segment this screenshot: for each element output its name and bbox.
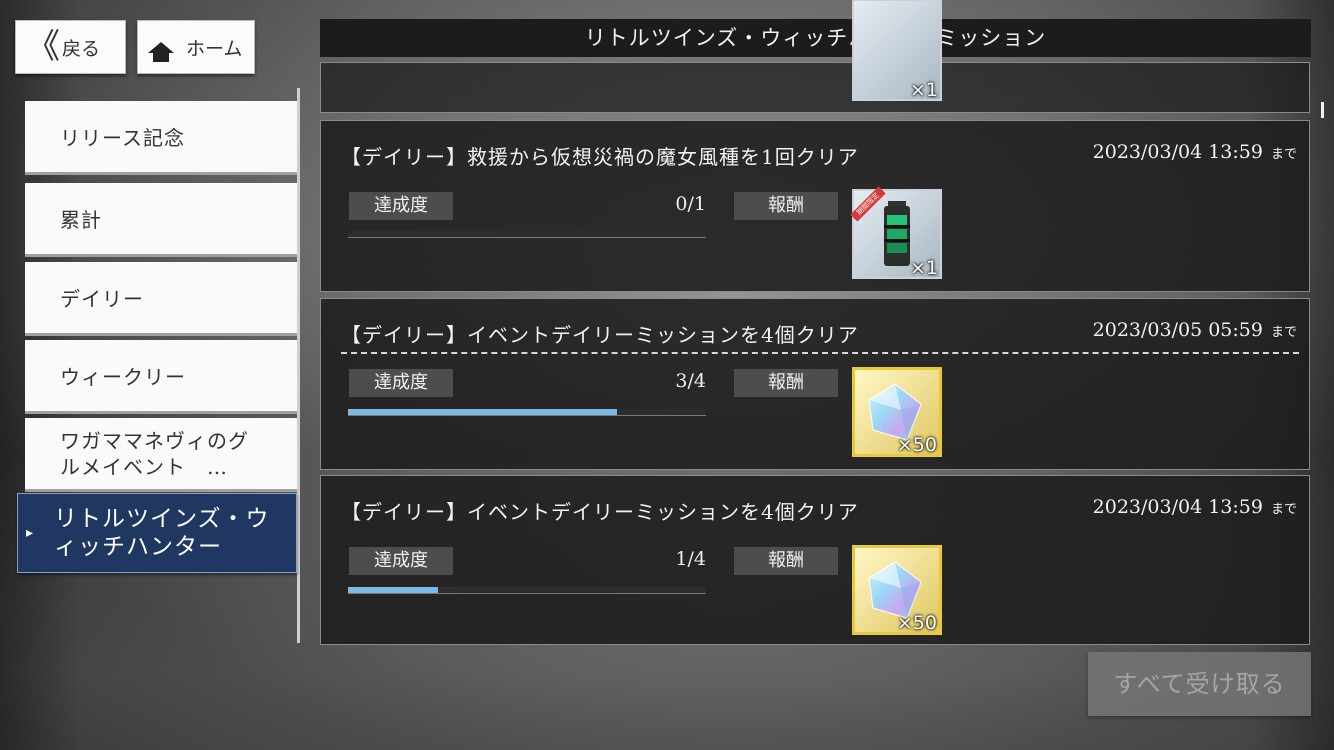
reward-item[interactable]: ×50 (852, 367, 942, 457)
progress-bar (348, 587, 706, 594)
home-button[interactable]: ホーム (137, 20, 255, 74)
reward-item[interactable]: 期間限定 ×1 (850, 186, 942, 279)
reward-item[interactable]: ×1 (852, 0, 942, 101)
tab-label-line1: リトルツインズ・ウ (54, 506, 270, 532)
deadline-date: 2023/03/04 13:59 (1092, 496, 1263, 518)
battery-icon (884, 201, 910, 266)
reward-tag: 報酬 (734, 369, 838, 397)
tab-wagamama-nevi-event[interactable]: ワガママネヴィのグ ルメイベント … (25, 418, 297, 492)
reward-quantity: ×1 (909, 257, 938, 279)
tab-label-line2: ィッチハンター (54, 534, 222, 560)
limited-badge: 期間限定 (850, 186, 886, 222)
deadline-suffix: まで (1270, 502, 1297, 517)
mission-title: 【デイリー】救援から仮想災禍の魔女風種を1回クリア (341, 145, 859, 169)
tab-label: デイリー (60, 287, 144, 311)
achievement-tag: 達成度 (349, 547, 453, 575)
achievement-tag: 達成度 (349, 369, 453, 397)
reward-tag: 報酬 (734, 192, 838, 220)
deadline-suffix: まで (1270, 325, 1297, 340)
reward-item[interactable]: ×50 (852, 545, 942, 635)
mission-panel: 【デイリー】イベントデイリーミッションを4個クリア 2023/03/04 13:… (320, 475, 1310, 645)
tab-weekly[interactable]: ウィークリー (25, 340, 297, 414)
home-icon (148, 41, 174, 62)
double-chevron-left-icon: 《 (26, 27, 60, 67)
dashed-divider (341, 352, 1299, 354)
tab-daily[interactable]: デイリー (25, 262, 297, 336)
progress-fill (348, 409, 617, 415)
scrollbar-thumb[interactable] (1321, 102, 1324, 118)
claim-all-button[interactable]: すべて受け取る (1088, 652, 1311, 716)
tab-release-commemoration[interactable]: リリース記念 (25, 101, 297, 175)
progress-fill (348, 587, 438, 593)
reward-quantity: ×1 (909, 79, 938, 101)
mission-deadline: 2023/03/05 05:59 まで (1093, 319, 1297, 341)
mission-panel: 【デイリー】救援から仮想災禍の魔女風種を1回クリア 2023/03/04 13:… (320, 120, 1310, 292)
progress-text: 0/1 (675, 193, 706, 215)
sidebar-divider (297, 88, 300, 643)
tab-label: ウィークリー (60, 365, 186, 389)
crystal-icon (868, 383, 922, 441)
deadline-date: 2023/03/04 13:59 (1092, 141, 1263, 163)
tab-label-line2: ルメイベント … (60, 454, 228, 479)
reward-tag: 報酬 (734, 547, 838, 575)
progress-text: 3/4 (675, 370, 706, 392)
progress-text: 1/4 (675, 548, 706, 570)
mission-deadline: 2023/03/04 13:59 まで (1093, 141, 1297, 163)
mission-deadline: 2023/03/04 13:59 まで (1093, 496, 1297, 518)
mission-panel: 【デイリー】イベントデイリーミッションを4個クリア 2023/03/05 05:… (320, 298, 1310, 470)
back-button[interactable]: 《 戻る (15, 20, 126, 74)
mission-title: 【デイリー】イベントデイリーミッションを4個クリア (341, 323, 859, 347)
mission-title: 【デイリー】イベントデイリーミッションを4個クリア (341, 500, 859, 524)
tab-label-line1: ワガママネヴィのグ (60, 428, 249, 453)
mission-panel-partial: ×1 (320, 0, 1310, 113)
achievement-tag: 達成度 (349, 192, 453, 220)
tab-cumulative[interactable]: 累計 (25, 183, 297, 257)
page-title: リトルツインズ・ウィッチハンターミッション (320, 19, 1311, 57)
tab-little-twins-witch-hunter[interactable]: リトルツインズ・ウ ィッチハンター (17, 493, 297, 573)
back-label: 戻る (62, 37, 101, 60)
tab-label: リリース記念 (60, 126, 185, 150)
tab-label: 累計 (60, 208, 102, 232)
crystal-icon (868, 561, 922, 619)
deadline-suffix: まで (1270, 147, 1297, 162)
deadline-date: 2023/03/05 05:59 (1092, 319, 1263, 341)
progress-bar (348, 231, 706, 238)
reward-quantity: ×50 (896, 434, 937, 456)
reward-quantity: ×50 (896, 612, 937, 634)
home-label: ホーム (186, 37, 243, 60)
progress-bar (348, 409, 706, 416)
